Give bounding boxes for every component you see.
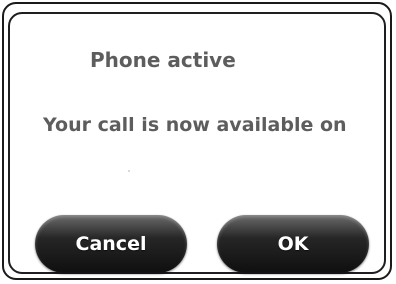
cancel-button[interactable]: Cancel	[35, 215, 187, 273]
dialog-title: Phone active	[90, 48, 236, 72]
ok-button[interactable]: OK	[217, 215, 369, 273]
dialog-dot-artifact	[128, 170, 130, 172]
dialog-message: Your call is now available on	[43, 114, 347, 136]
